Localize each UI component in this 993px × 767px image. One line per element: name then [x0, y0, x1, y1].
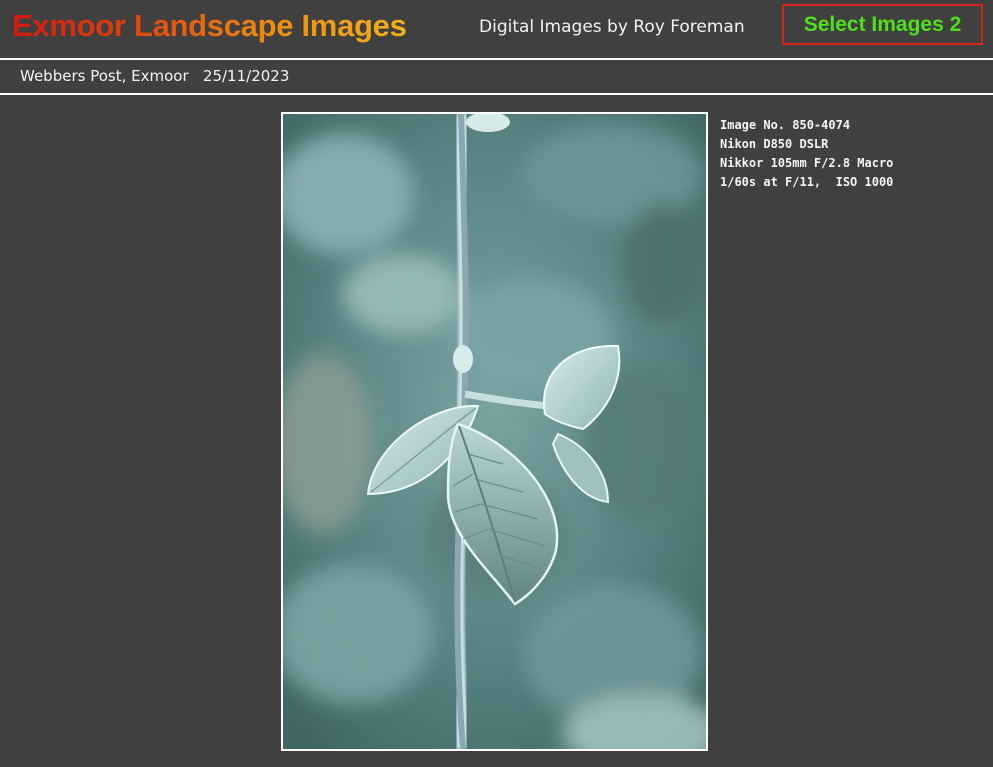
site-subtitle: Digital Images by Roy Foreman: [479, 17, 745, 37]
exif-info: Image No. 850-4074 Nikon D850 DSLR Nikko…: [720, 116, 893, 192]
exposure-settings: 1/60s at F/11, ISO 1000: [720, 175, 894, 189]
camera-model: Nikon D850 DSLR: [720, 137, 829, 151]
image-number: Image No. 850-4074: [720, 118, 851, 132]
lens-model: Nikkor 105mm F/2.8 Macro: [720, 156, 894, 170]
select-images-button[interactable]: Select Images 2: [782, 4, 983, 45]
header-divider: [0, 58, 993, 60]
main-photo[interactable]: [281, 112, 708, 751]
caption-divider: [0, 93, 993, 95]
site-title: Exmoor Landscape Images: [12, 6, 407, 46]
photo-location-date: Webbers Post, Exmoor 25/11/2023: [20, 67, 290, 85]
frosted-bramble-leaf-photo-icon: [283, 114, 706, 749]
site-header: Exmoor Landscape Images Digital Images b…: [0, 0, 993, 58]
